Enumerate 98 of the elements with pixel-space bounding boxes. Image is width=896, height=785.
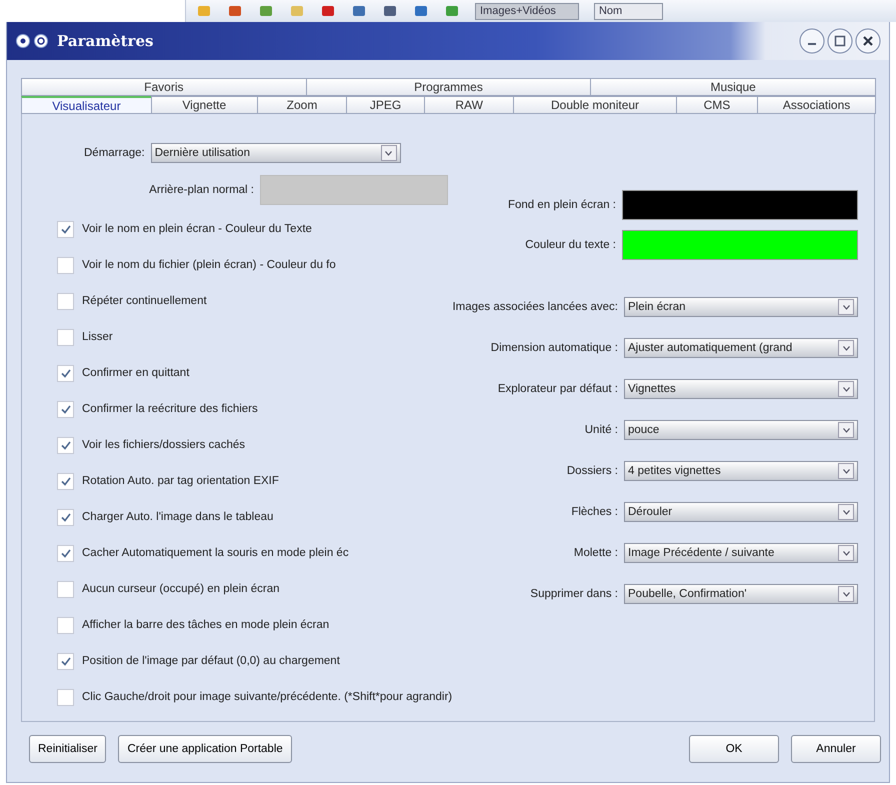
checkbox[interactable] (57, 328, 74, 346)
checkbox[interactable] (57, 400, 74, 418)
dropdown-label: Flèches : (571, 506, 618, 518)
checkbox[interactable] (57, 364, 74, 382)
tab[interactable]: Vignette (150, 96, 258, 114)
checkbox[interactable] (57, 688, 74, 706)
checkbox[interactable] (57, 544, 74, 562)
tab[interactable]: Double moniteur (513, 96, 677, 114)
tab[interactable]: RAW (424, 96, 514, 114)
checkbox-label: Confirmer la reécriture des fichiers (82, 403, 258, 415)
chevron-down-icon (842, 304, 850, 310)
dialog-button[interactable]: Reinitialiser (29, 735, 106, 763)
checkbox-label: Cacher Automatiquement la souris en mode plein éc (82, 547, 349, 559)
dropdown[interactable]: Poubelle, Confirmation' (624, 584, 858, 604)
tab[interactable]: CMS (676, 96, 758, 114)
color-swatch[interactable] (622, 230, 858, 260)
checkbox-label: Rotation Auto. par tag orientation EXIF (82, 475, 279, 487)
dropdown[interactable]: Vignettes (624, 379, 858, 399)
chevron-down-icon (842, 592, 850, 596)
chevron-down-icon (842, 510, 850, 514)
chevron-down-icon (842, 346, 850, 350)
dropdown-label: Unité : (584, 424, 618, 436)
toolbar-icon[interactable] (413, 4, 429, 18)
window-title: Paramètres (57, 32, 154, 50)
check-icon (60, 224, 70, 234)
maximize-icon[interactable] (827, 28, 853, 54)
checkbox[interactable] (57, 256, 74, 274)
dropdown-label: Dimension automatique : (490, 342, 618, 354)
dropdown[interactable]: 4 petites vignettes (624, 461, 858, 481)
sort-dropdown[interactable]: Nom (594, 2, 664, 20)
color-swatch[interactable] (260, 175, 448, 205)
dropdown-label: Molette : (574, 547, 618, 559)
checkbox-label: Lisser (82, 331, 113, 343)
dropdown[interactable]: Ajuster automatiquement (grand (624, 338, 858, 358)
tab[interactable]: Zoom (256, 96, 348, 114)
checkbox-label: Charger Auto. l'image dans le tableau (82, 511, 274, 523)
check-icon (60, 404, 70, 414)
chevron-down-icon (385, 150, 392, 156)
checkbox[interactable] (57, 508, 74, 526)
checkbox[interactable] (57, 220, 74, 238)
dropdown-label: Supprimer dans : (530, 588, 618, 600)
normal-background-label: Arrière-plan normal : (148, 184, 254, 196)
fullscreen-background-label: Fond en plein écran : (508, 199, 616, 211)
color-swatch[interactable] (622, 190, 858, 220)
checkbox-label: Répéter continuellement (82, 295, 207, 307)
startup-label: Démarrage: (84, 147, 145, 159)
dropdown-label: Dossiers : (566, 465, 618, 477)
filter-dropdown[interactable]: Images+Vidéos (475, 2, 579, 20)
toolbar-icon[interactable] (444, 4, 460, 18)
checkbox-label: Voir le nom en plein écran - Couleur du Texte (82, 223, 312, 235)
toolbar-icon[interactable] (320, 4, 336, 18)
tab[interactable]: Favoris (21, 78, 307, 96)
toolbar-icon[interactable] (351, 4, 367, 18)
checkbox-label: Clic Gauche/droit pour image suivante/précédente. (*Shift*pour agrandir) (82, 691, 452, 703)
dropdown[interactable]: Plein écran (624, 297, 858, 317)
tab[interactable]: JPEG (346, 96, 425, 114)
dialog-button[interactable]: Annuler (791, 735, 881, 763)
checkbox-label: Voir les fichiers/dossiers cachés (82, 439, 245, 451)
tab[interactable]: Visualisateur (21, 96, 152, 114)
dropdown[interactable]: pouce (624, 420, 858, 440)
check-icon (60, 476, 70, 486)
check-icon (60, 440, 70, 450)
checkbox-label: Aucun curseur (occupé) en plein écran (82, 583, 280, 595)
checkbox[interactable] (57, 616, 74, 634)
toolbar-icon[interactable] (258, 4, 274, 18)
dropdown-label: Explorateur par défaut : (498, 383, 618, 395)
checkbox-label: Position de l'image par défaut (0,0) au chargement (82, 655, 340, 667)
check-icon (60, 548, 70, 558)
check-icon (60, 368, 70, 378)
minimize-icon[interactable] (799, 28, 825, 54)
dialog-button[interactable]: OK (689, 735, 779, 763)
toolbar-icon[interactable] (382, 4, 398, 18)
checkbox[interactable] (57, 436, 74, 454)
check-icon (60, 656, 70, 666)
tab[interactable]: Programmes (306, 78, 592, 96)
chevron-down-icon (842, 428, 850, 432)
dialog-button[interactable]: Créer une application Portable (118, 735, 292, 763)
tab[interactable]: Associations (757, 96, 876, 114)
chevron-down-icon (842, 550, 850, 556)
checkbox[interactable] (57, 652, 74, 670)
text-color-label: Couleur du texte : (525, 239, 616, 251)
chevron-down-icon (842, 468, 850, 474)
tab[interactable]: Musique (590, 78, 876, 96)
close-icon[interactable] (855, 28, 881, 54)
checkbox-label: Voir le nom du fichier (plein écran) - Couleur du fo (82, 259, 336, 271)
checkbox-label: Confirmer en quittant (82, 367, 190, 379)
startup-dropdown[interactable]: Dernière utilisation (150, 143, 401, 163)
checkbox-label: Afficher la barre des tâches en mode plein écran (82, 619, 330, 631)
dropdown-label: Images associées lancées avec: (452, 301, 618, 313)
dropdown[interactable]: Image Précédente / suivante (624, 543, 858, 563)
chevron-down-icon (842, 386, 850, 392)
dropdown[interactable]: Dérouler (624, 502, 858, 522)
checkbox[interactable] (57, 472, 74, 490)
toolbar-icon[interactable] (227, 4, 243, 18)
checkbox[interactable] (57, 580, 74, 598)
window-dots-icon[interactable] (15, 33, 51, 49)
check-icon (60, 512, 70, 522)
checkbox[interactable] (57, 292, 74, 310)
